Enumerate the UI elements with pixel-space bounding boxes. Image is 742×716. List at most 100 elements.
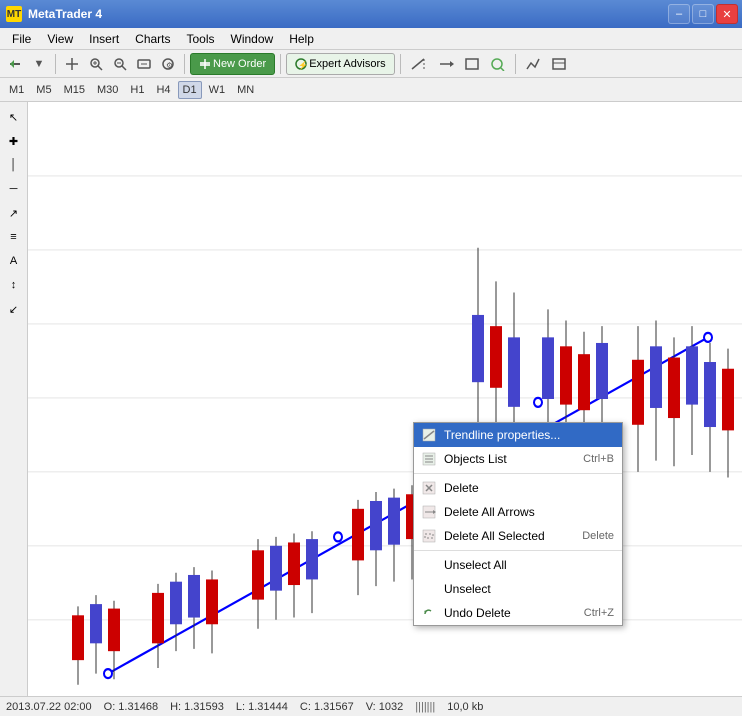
tf-m15[interactable]: M15 [59,81,90,99]
status-datetime: 2013.07.22 02:00 [6,701,92,713]
tf-h1[interactable]: H1 [125,81,149,99]
delete-icon [420,479,438,497]
timeframe-toolbar: M1 M5 M15 M30 H1 H4 D1 W1 MN [0,78,742,102]
sep5 [515,54,516,74]
status-open: O: 1.31468 [104,701,158,713]
toolbar-crosshair[interactable] [61,53,83,75]
maximize-button[interactable]: □ [692,4,714,24]
ctx-delete-arrows-label: Delete All Arrows [444,505,535,519]
minimize-button[interactable]: – [668,4,690,24]
draw-text[interactable]: A [3,250,25,272]
chart-area[interactable]: Trendline properties... Objects List Ctr… [28,102,742,696]
expert-advisors-button[interactable]: ⚡ Expert Advisors [286,53,394,75]
toolbar-scroll[interactable] [133,53,155,75]
undo-icon [420,604,438,622]
toolbar-properties[interactable]: ⚙ [157,53,179,75]
ctx-undo-shortcut: Ctrl+Z [584,607,614,619]
sep4 [400,54,401,74]
objects-list-icon [420,450,438,468]
status-bar: 2013.07.22 02:00 O: 1.31468 H: 1.31593 L… [0,696,742,716]
status-bars-icon: ||||||| [415,701,435,713]
tf-m30[interactable]: M30 [92,81,123,99]
app-icon: MT [6,6,22,22]
trendline-icon [420,426,438,444]
svg-text:⚙: ⚙ [166,61,173,70]
ctx-sep2 [414,550,622,551]
menu-charts[interactable]: Charts [127,30,178,48]
window-controls: – □ ✕ [668,4,738,24]
main-toolbar: ▼ ⚙ New Order ⚡ Expert Advisors [0,50,742,78]
tf-h4[interactable]: H4 [151,81,175,99]
ctx-trendline-label: Trendline properties... [444,428,560,442]
ctx-delete-all-selected[interactable]: Delete All Selected Delete [414,524,622,548]
template[interactable] [547,53,571,75]
app-title: MetaTrader 4 [28,7,102,21]
status-filesize: 10,0 kb [447,701,483,713]
zoom-window[interactable] [486,53,510,75]
sep1 [55,54,56,74]
zoom-chart[interactable] [460,53,484,75]
chart-svg [28,102,742,696]
draw-arrow[interactable]: ↕ [3,274,25,296]
unselect-all-icon [420,556,438,574]
delete-arrows-icon [420,503,438,521]
ctx-objects-list[interactable]: Objects List Ctrl+B [414,447,622,471]
status-high: H: 1.31593 [170,701,224,713]
chart-shift[interactable] [406,53,432,75]
ctx-delete-all-arrows[interactable]: Delete All Arrows [414,500,622,524]
new-order-button[interactable]: New Order [190,53,275,75]
menu-bar: File View Insert Charts Tools Window Hel… [0,28,742,50]
ctx-delete-label: Delete [444,481,479,495]
delete-selected-icon [420,527,438,545]
toolbar-back[interactable] [4,53,26,75]
ctx-trendline-properties[interactable]: Trendline properties... [414,423,622,447]
menu-view[interactable]: View [39,30,81,48]
ctx-delete[interactable]: Delete [414,476,622,500]
context-menu: Trendline properties... Objects List Ctr… [413,422,623,626]
draw-trendline[interactable]: ↗ [3,202,25,224]
status-volume: V: 1032 [366,701,404,713]
tf-w1[interactable]: W1 [204,81,231,99]
sep3 [280,54,281,74]
ctx-unselect-all[interactable]: Unselect All [414,553,622,577]
status-close: C: 1.31567 [300,701,354,713]
close-button[interactable]: ✕ [716,4,738,24]
auto-scroll[interactable] [434,53,458,75]
toolbar-zoom-in[interactable] [85,53,107,75]
menu-window[interactable]: Window [223,30,282,48]
ctx-unselect-all-label: Unselect All [444,558,507,572]
ctx-delete-selected-shortcut: Delete [582,530,614,542]
unselect-icon [420,580,438,598]
ctx-undo-delete[interactable]: Undo Delete Ctrl+Z [414,601,622,625]
draw-horizontal[interactable]: ─ [3,178,25,200]
tf-m5[interactable]: M5 [31,81,56,99]
menu-tools[interactable]: Tools [179,30,223,48]
app-container: MT MetaTrader 4 – □ ✕ File View Insert C… [0,0,742,716]
draw-cursor[interactable]: ↖ [3,106,25,128]
ctx-objects-label: Objects List [444,452,507,466]
menu-file[interactable]: File [4,30,39,48]
toolbar-arrow-down[interactable]: ▼ [28,53,50,75]
tf-mn[interactable]: MN [232,81,259,99]
draw-equidistant[interactable]: ≡ [3,226,25,248]
toolbar-zoom-out[interactable] [109,53,131,75]
title-bar-left: MT MetaTrader 4 [6,6,102,22]
ctx-objects-shortcut: Ctrl+B [583,453,614,465]
ctx-undo-label: Undo Delete [444,606,511,620]
draw-fib[interactable]: ↙ [3,298,25,320]
ctx-unselect[interactable]: Unselect [414,577,622,601]
ctx-delete-selected-label: Delete All Selected [444,529,545,543]
menu-help[interactable]: Help [281,30,322,48]
menu-insert[interactable]: Insert [81,30,127,48]
sep2 [184,54,185,74]
tf-d1[interactable]: D1 [178,81,202,99]
tf-m1[interactable]: M1 [4,81,29,99]
title-bar: MT MetaTrader 4 – □ ✕ [0,0,742,28]
ctx-sep1 [414,473,622,474]
draw-crosshair[interactable]: ✚ [3,130,25,152]
draw-vertical[interactable]: │ [3,154,25,176]
svg-text:⚡: ⚡ [298,60,307,70]
status-low: L: 1.31444 [236,701,288,713]
indicators[interactable] [521,53,545,75]
main-content: ↖ ✚ │ ─ ↗ ≡ A ↕ ↙ [0,102,742,696]
